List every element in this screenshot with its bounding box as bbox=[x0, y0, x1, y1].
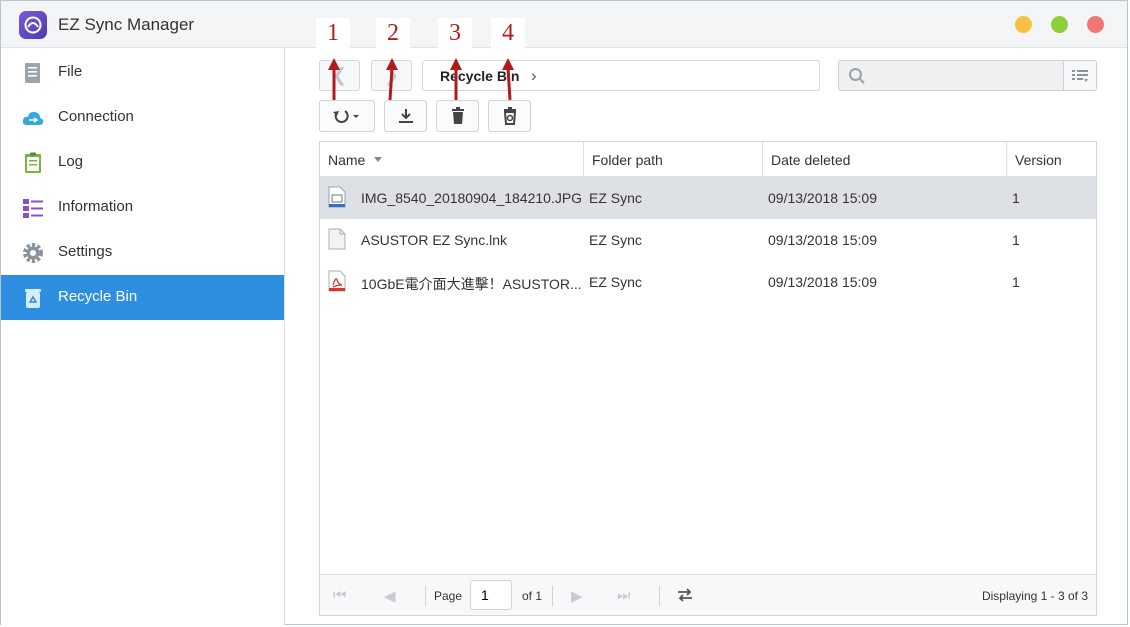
annotation-arrows bbox=[328, 58, 514, 101]
